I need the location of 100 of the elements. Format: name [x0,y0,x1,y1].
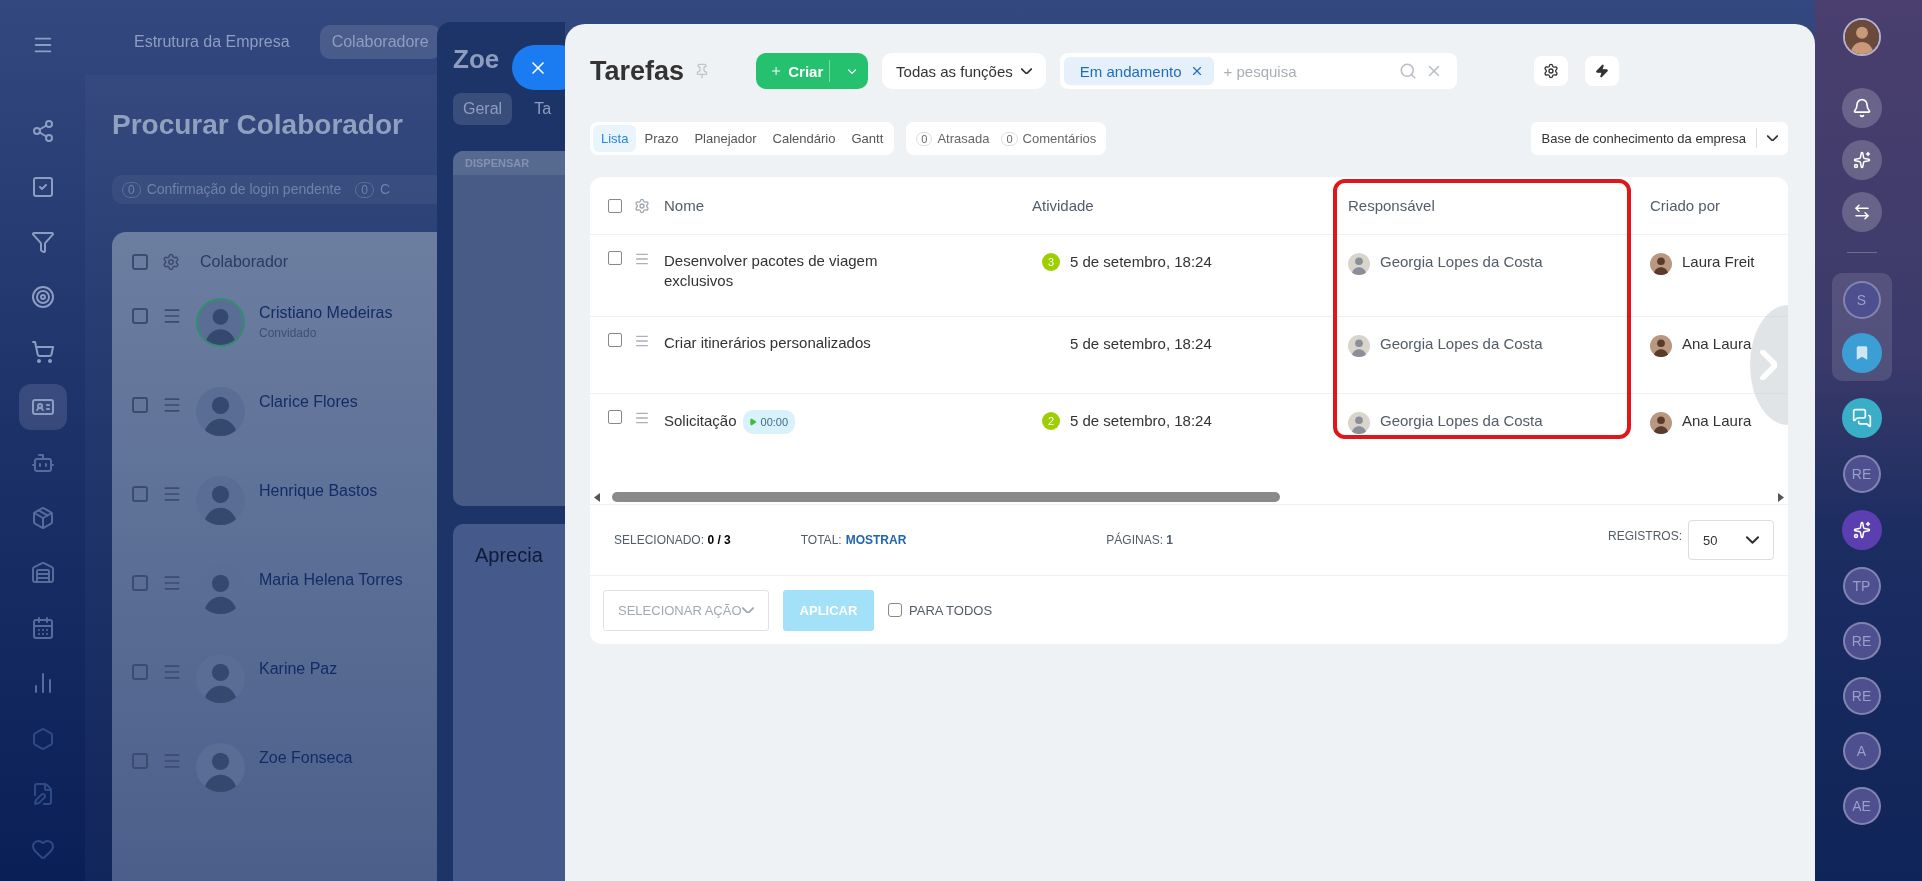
checkbox[interactable] [132,575,148,591]
page-title: Procurar Colaborador [112,109,403,141]
employee-name[interactable]: Karine Paz [259,660,338,678]
target-icon [30,284,55,309]
bell-icon [1851,98,1872,118]
view-tab[interactable]: Planejador [686,124,765,152]
share-icon [30,119,55,144]
knowledge-base-select[interactable]: Base de conhecimento da empresa [1531,121,1788,155]
drag-handle-icon[interactable] [634,251,650,267]
drag-handle-icon[interactable] [634,333,650,349]
checkbox[interactable] [888,603,902,617]
view-tab[interactable]: Prazo [636,124,687,152]
settings-icon[interactable] [162,253,180,271]
records-label: REGISTROS: [1608,529,1682,543]
creator-name[interactable]: Ana Laura [1682,335,1752,352]
close-button[interactable] [512,45,565,90]
automation-button[interactable] [1584,56,1619,86]
view-tab[interactable]: Lista [593,124,637,152]
drag-handle-icon[interactable] [162,573,182,593]
responsible-name[interactable]: Georgia Lopes da Costa [1380,335,1543,352]
scroll-right-icon[interactable] [1778,492,1784,502]
responsible-name[interactable]: Georgia Lopes da Costa [1380,412,1543,429]
chat-avatar[interactable]: RE [1842,455,1881,493]
card-title: Aprecia [475,544,544,567]
role-filter[interactable]: Todas as funções [882,53,1046,89]
records-select[interactable]: 50 [1688,520,1774,560]
view-tab[interactable]: Gantt [843,124,892,152]
drag-handle-icon[interactable] [162,395,182,415]
chat-button[interactable] [1841,398,1882,438]
checkbox[interactable] [132,397,148,413]
nav-item[interactable] [18,384,67,431]
play-icon [748,418,757,426]
scroll-left-icon[interactable] [594,492,600,502]
chat-avatar[interactable]: A [1842,732,1881,770]
copilot-button[interactable] [1841,510,1882,550]
chat-avatar[interactable]: RE [1842,677,1881,715]
task-name[interactable]: Desenvolver pacotes de viagem exclusivos [664,251,914,291]
counter-filter[interactable]: 0 Atrasada [916,130,990,146]
show-total-link[interactable]: MOSTRAR [845,533,907,547]
box-icon [30,505,55,530]
settings-icon[interactable] [634,197,650,214]
checkbox[interactable] [132,753,148,769]
employee-name[interactable]: Clarice Flores [259,393,358,411]
bookmark-button[interactable] [1841,333,1882,373]
checkbox[interactable] [608,198,622,213]
employee-name[interactable]: Maria Helena Torres [259,571,403,589]
checkbox[interactable] [132,664,148,680]
avatar-icon [1348,335,1370,357]
chat-avatar[interactable]: S [1842,281,1881,319]
sparkle-icon [1852,521,1871,539]
column-header[interactable]: Criado por [1650,197,1721,214]
checkbox[interactable] [132,486,148,502]
pages-count: PÁGINAS: 1 [1106,533,1174,547]
drag-handle-icon[interactable] [162,662,182,682]
employee-name[interactable]: Henrique Bastos [259,482,378,500]
column-header[interactable]: Responsável [1348,197,1435,214]
checkbox[interactable] [608,251,622,265]
creator-name[interactable]: Ana Laura [1682,412,1752,429]
search-icon[interactable] [1398,62,1417,80]
responsible-name[interactable]: Georgia Lopes da Costa [1380,253,1543,270]
counter-filter[interactable]: 0 Comentários [1001,130,1097,146]
column-header[interactable]: Atividade [1032,197,1094,214]
column-header[interactable]: Nome [664,197,704,214]
avatar-icon [1650,253,1672,275]
chat-avatar[interactable]: RE [1842,622,1881,660]
activity-date: 5 de setembro, 18:24 [1070,253,1212,270]
task-name[interactable]: Criar itinerários personalizados [664,333,914,353]
drag-handle-icon[interactable] [634,410,650,426]
chat-avatar[interactable]: AE [1842,787,1881,825]
filter-chip[interactable]: Em andamento [1063,57,1214,85]
checkbox-label: PARA TODOS [909,602,993,618]
checkbox[interactable] [132,254,148,270]
chat-avatar[interactable]: TP [1842,567,1881,605]
drag-handle-icon[interactable] [162,751,182,771]
search-field[interactable]: Em andamento + pesquisa [1059,53,1457,89]
selected-count: SELECIONADO: 0 / 3 [614,533,731,547]
task-name[interactable]: Solicitação 00:00 [664,410,914,434]
action-select[interactable]: SELECIONAR AÇÃO [603,589,769,631]
chevron-down-icon [1746,536,1759,544]
creator-name[interactable]: Laura Freit [1682,253,1755,270]
tab[interactable]: Geral [453,93,513,125]
checkbox[interactable] [608,410,622,424]
timer-badge[interactable]: 00:00 [742,410,796,434]
checkbox[interactable] [608,333,622,347]
employee-name[interactable]: Cristiano Medeiras [259,304,393,322]
warehouse-icon [30,560,55,585]
notifications-button[interactable] [1841,88,1882,128]
counter-badge: 2 [1042,412,1060,430]
calendar-icon [30,616,55,641]
drag-handle-icon[interactable] [162,484,182,504]
chevron-down-icon [1020,67,1032,75]
checkbox[interactable] [132,308,148,324]
tab[interactable]: Ta [524,93,562,125]
view-tab[interactable]: Calendário [764,124,844,152]
drag-handle-icon[interactable] [162,306,182,326]
exchange-button[interactable] [1841,192,1882,232]
tab[interactable]: Estrutura da Empresa [122,25,302,59]
assistant-button[interactable] [1841,140,1882,180]
settings-button[interactable] [1533,56,1568,86]
tab[interactable]: Colaboradore [319,25,441,59]
